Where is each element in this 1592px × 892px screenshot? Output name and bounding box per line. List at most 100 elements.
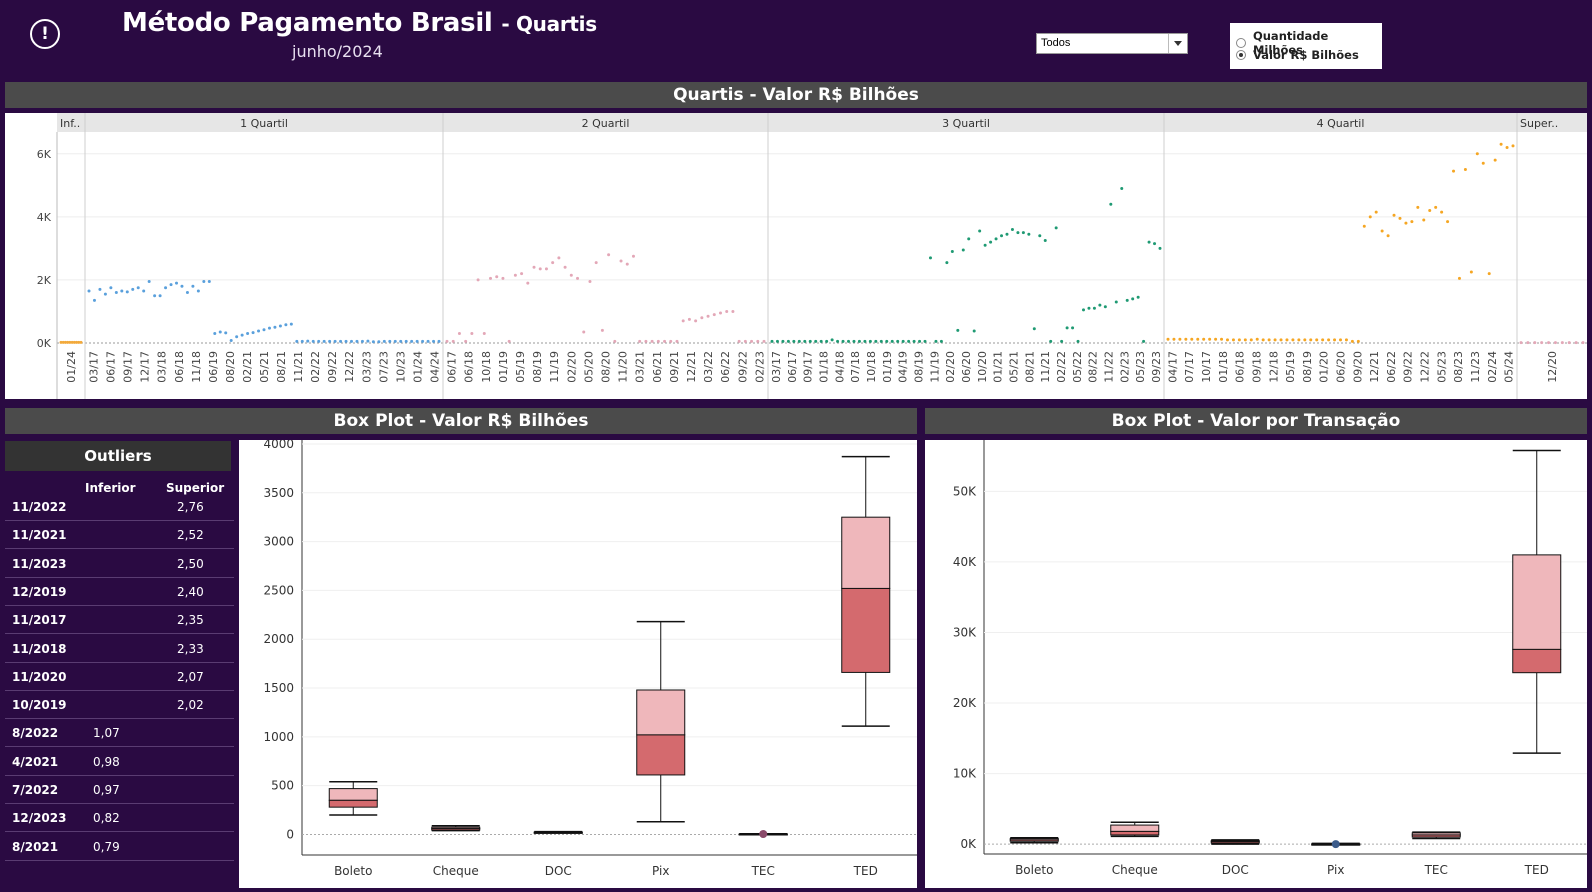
data-point bbox=[1469, 270, 1473, 274]
x-tick-label: 09/21 bbox=[668, 351, 681, 383]
data-point bbox=[344, 339, 348, 343]
data-point bbox=[513, 273, 517, 277]
data-point bbox=[164, 286, 168, 290]
measure-toggle: Quantidade Milhões Valor R$ Bilhões bbox=[1230, 23, 1382, 69]
x-tick-label: 11/21 bbox=[292, 351, 305, 383]
x-tick-label: 06/18 bbox=[463, 351, 476, 383]
data-point bbox=[1049, 339, 1053, 343]
data-point bbox=[928, 256, 932, 260]
data-point bbox=[1356, 339, 1360, 343]
data-point bbox=[175, 281, 178, 285]
data-point bbox=[153, 294, 157, 298]
outlier-inferior: 0,97 bbox=[93, 783, 120, 797]
data-point bbox=[750, 339, 754, 343]
data-point bbox=[1016, 231, 1020, 235]
data-point bbox=[1327, 338, 1331, 342]
data-point bbox=[306, 339, 310, 343]
radio-off-icon[interactable] bbox=[1236, 38, 1246, 48]
data-point bbox=[781, 339, 785, 343]
box-lower bbox=[431, 828, 481, 831]
box-lower bbox=[1110, 830, 1160, 836]
data-point bbox=[1196, 337, 1200, 341]
data-point bbox=[489, 276, 493, 280]
boxplot-valor-panel: 0 500 1000 1500 2000 2500 3000 3500 4000 Boleto Ch… bbox=[239, 440, 917, 888]
data-point bbox=[1038, 234, 1042, 238]
data-point bbox=[328, 339, 332, 343]
data-point bbox=[451, 339, 455, 343]
data-point bbox=[87, 289, 91, 293]
outlier-superior: 2,40 bbox=[177, 584, 204, 599]
x-tick-label: 09/18 bbox=[1250, 351, 1263, 383]
outlier-row: 12/2023 0,82 bbox=[5, 804, 234, 833]
data-point bbox=[388, 339, 392, 343]
x-tick-label: 07/23 bbox=[377, 351, 390, 383]
data-point bbox=[563, 265, 567, 269]
y-tick-label: 1500 bbox=[263, 681, 294, 695]
data-point bbox=[495, 275, 499, 279]
data-point bbox=[169, 283, 173, 287]
x-tick-label: 06/17 bbox=[786, 351, 799, 383]
data-point bbox=[687, 317, 691, 321]
marker-dot bbox=[759, 830, 768, 839]
x-tick-label: 03/18 bbox=[156, 351, 169, 383]
data-point bbox=[1560, 341, 1564, 345]
data-point bbox=[885, 339, 889, 343]
data-point bbox=[382, 339, 386, 343]
outlier-superior: 2,76 bbox=[177, 500, 204, 514]
panel-header-label: Inf.. bbox=[60, 117, 80, 130]
data-point bbox=[142, 289, 146, 293]
data-point bbox=[857, 339, 861, 343]
box-lower bbox=[636, 734, 686, 776]
box-lower bbox=[328, 799, 378, 808]
x-tick-label: 06/17 bbox=[105, 351, 118, 383]
data-point bbox=[404, 339, 408, 343]
x-tick-label: 11/21 bbox=[1039, 351, 1052, 383]
data-point bbox=[1184, 337, 1188, 341]
x-category-label: DOC bbox=[545, 864, 572, 878]
outlier-row: 11/2018 2,33 bbox=[5, 635, 234, 663]
data-point bbox=[1153, 242, 1157, 246]
x-tick-label: 06/18 bbox=[173, 351, 186, 383]
x-tick-label: 09/17 bbox=[802, 351, 815, 383]
data-point bbox=[863, 339, 867, 343]
data-point bbox=[712, 313, 716, 317]
data-point bbox=[814, 339, 818, 343]
alert-icon[interactable]: ! bbox=[30, 19, 60, 49]
data-point bbox=[1547, 341, 1551, 345]
boxplot-valor-chart: 0 500 1000 1500 2000 2500 3000 3500 4000 Boleto Ch… bbox=[263, 440, 917, 878]
data-point bbox=[1237, 338, 1241, 342]
data-point bbox=[669, 339, 673, 343]
chevron-down-icon[interactable] bbox=[1168, 34, 1187, 53]
data-point bbox=[613, 339, 617, 343]
data-point bbox=[852, 339, 856, 343]
y-tick-label: 10K bbox=[953, 767, 977, 781]
x-tick-label: 09/22 bbox=[1402, 351, 1415, 383]
radio-valor[interactable]: Valor R$ Bilhões bbox=[1236, 48, 1359, 62]
y-tick-label: 50K bbox=[953, 484, 977, 498]
y-tick-label: 6K bbox=[37, 148, 52, 161]
x-tick-label: 04/17 bbox=[1166, 351, 1179, 383]
data-point bbox=[1533, 341, 1537, 345]
box-lower bbox=[533, 831, 583, 834]
data-point bbox=[607, 253, 611, 257]
radio-on-icon[interactable] bbox=[1236, 50, 1246, 60]
data-point bbox=[158, 294, 162, 298]
data-point bbox=[1027, 232, 1031, 236]
data-point bbox=[1092, 306, 1096, 310]
data-point bbox=[322, 339, 326, 343]
data-point bbox=[1021, 231, 1025, 235]
data-point bbox=[836, 339, 840, 343]
filter-dropdown[interactable]: Todos bbox=[1036, 33, 1188, 54]
x-tick-label: 08/20 bbox=[600, 351, 613, 383]
data-point bbox=[1350, 339, 1354, 343]
data-point bbox=[470, 332, 474, 336]
data-point bbox=[1208, 337, 1212, 341]
data-point bbox=[1261, 338, 1265, 342]
x-tick-label: 06/20 bbox=[960, 351, 973, 383]
x-tick-label: 09/17 bbox=[122, 351, 135, 383]
data-point bbox=[939, 339, 943, 343]
data-point bbox=[786, 339, 790, 343]
box-lower bbox=[1210, 841, 1260, 844]
data-point bbox=[507, 339, 511, 343]
data-point bbox=[983, 243, 987, 247]
